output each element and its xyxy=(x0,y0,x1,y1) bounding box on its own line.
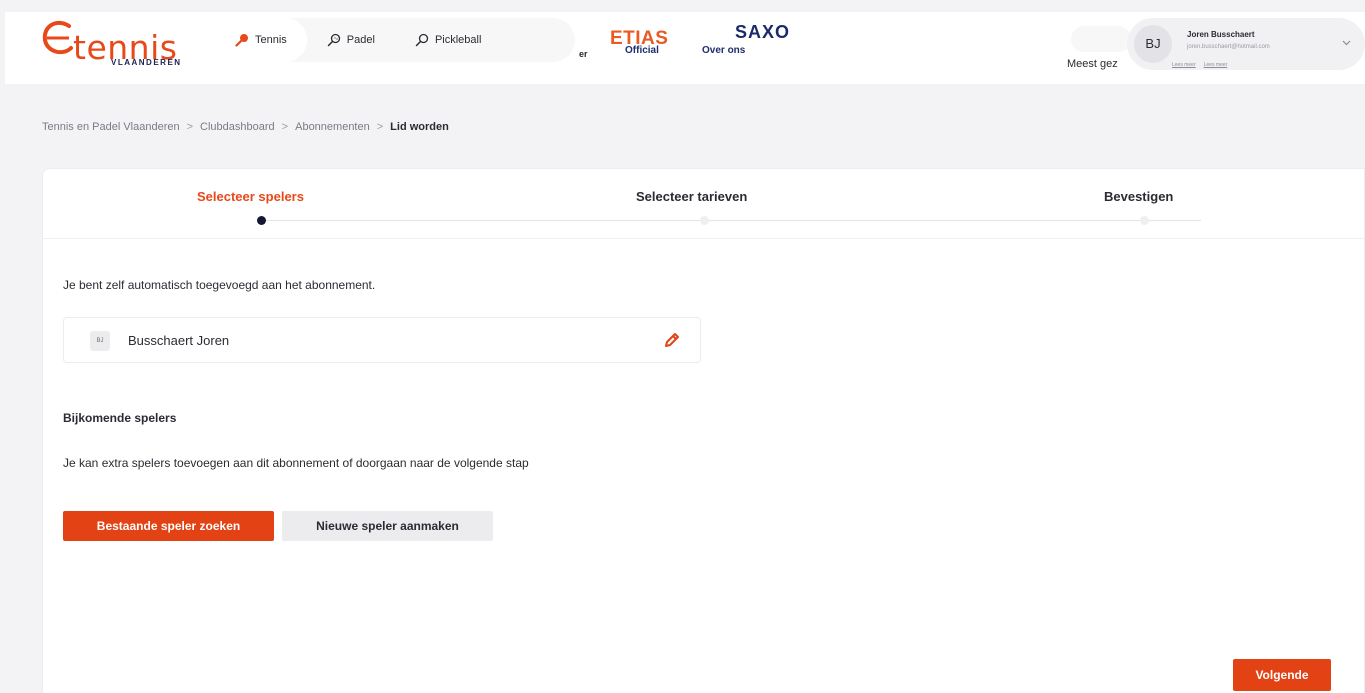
breadcrumb-item-clubdashboard[interactable]: Clubdashboard xyxy=(200,121,275,133)
meest-links: Lees meer Lees meer xyxy=(1172,62,1227,68)
tennis-racket-icon xyxy=(235,34,248,47)
section-description: Je kan extra spelers toevoegen aan dit a… xyxy=(63,456,529,470)
step-dot xyxy=(700,216,709,225)
topbar: tennis VLAANDEREN Tennis Padel Picklebal… xyxy=(0,0,1365,84)
create-new-player-button[interactable]: Nieuwe speler aanmaken xyxy=(282,511,493,541)
nav-label-padel: Padel xyxy=(346,34,375,46)
section-title: Bijkomende spelers xyxy=(63,411,177,425)
breadcrumb: Tennis en Padel Vlaanderen > Clubdashboa… xyxy=(42,121,449,133)
breadcrumb-item-current: Lid worden xyxy=(390,121,449,133)
avatar: BJ xyxy=(1134,25,1172,63)
sponsor-saxo-logo[interactable]: SAXO xyxy=(735,22,790,43)
pencil-icon[interactable] xyxy=(662,330,682,350)
step-dot xyxy=(1140,216,1149,225)
padel-racket-icon xyxy=(327,33,340,47)
next-button[interactable]: Volgende xyxy=(1233,659,1331,691)
meest-link[interactable]: Lees meer xyxy=(1172,62,1196,68)
breadcrumb-item-home[interactable]: Tennis en Padel Vlaanderen xyxy=(42,121,180,133)
logo-subtitle: VLAANDEREN xyxy=(111,58,182,67)
nav-fragment-text: er xyxy=(579,49,588,59)
pickleball-paddle-icon xyxy=(415,33,429,47)
user-name: Joren Busschaert xyxy=(1187,30,1255,39)
nav-label-tennis: Tennis xyxy=(255,34,287,46)
breadcrumb-item-abonnementen[interactable]: Abonnementen xyxy=(295,121,370,133)
player-name: Busschaert Joren xyxy=(128,333,230,348)
sponsor-etias-subtitle: Official xyxy=(625,45,659,56)
stepper-track xyxy=(261,220,1201,221)
search-existing-player-button[interactable]: Bestaande speler zoeken xyxy=(63,511,274,541)
breadcrumb-separator: > xyxy=(186,121,194,133)
intro-text: Je bent zelf automatisch toegevoegd aan … xyxy=(63,278,376,292)
player-avatar: BJ xyxy=(90,331,110,351)
sponsor-saxo-subtitle: Over ons xyxy=(702,45,746,56)
nav-item-tennis[interactable]: Tennis xyxy=(215,18,307,62)
step-select-rates[interactable]: Selecteer tarieven xyxy=(636,189,747,204)
step-select-players[interactable]: Selecteer spelers xyxy=(197,189,304,204)
nav-item-pickleball[interactable]: Pickleball xyxy=(395,18,501,62)
step-confirm[interactable]: Bevestigen xyxy=(1104,189,1173,204)
meest-label: Meest gez xyxy=(1067,58,1118,70)
nav-item-padel[interactable]: Padel xyxy=(307,18,395,62)
step-dot-active xyxy=(257,216,266,225)
site-header: tennis VLAANDEREN Tennis Padel Picklebal… xyxy=(5,12,1365,84)
meest-link[interactable]: Lees meer xyxy=(1204,62,1228,68)
user-email: joren.busschaert@hotmail.com xyxy=(1187,44,1270,50)
breadcrumb-separator: > xyxy=(376,121,384,133)
chevron-down-icon[interactable] xyxy=(1342,40,1351,46)
user-menu[interactable]: BJ Joren Busschaert joren.busschaert@hot… xyxy=(1127,18,1365,70)
main-nav: Tennis Padel Pickleball xyxy=(215,18,575,62)
breadcrumb-separator: > xyxy=(281,121,289,133)
logo[interactable]: tennis VLAANDEREN xyxy=(39,16,199,70)
search-input[interactable] xyxy=(1071,26,1131,52)
nav-label-pickleball: Pickleball xyxy=(434,34,482,46)
stepper: Selecteer spelers Selecteer tarieven Bev… xyxy=(43,169,1365,239)
player-row: BJ Busschaert Joren xyxy=(63,317,701,363)
subscription-card: Selecteer spelers Selecteer tarieven Bev… xyxy=(42,168,1365,693)
